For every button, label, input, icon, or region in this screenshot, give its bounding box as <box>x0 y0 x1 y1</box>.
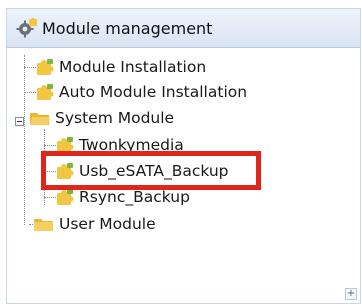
puzzle-icon <box>37 84 54 100</box>
puzzle-icon <box>37 59 54 75</box>
selection-highlight <box>41 151 261 190</box>
panel-title: Module management <box>42 18 213 38</box>
puzzle-icon <box>57 189 74 205</box>
tree-item-module-installation[interactable]: Module Installation <box>35 55 206 79</box>
tree-item-label: System Module <box>55 109 175 127</box>
panel-header: Module management <box>7 9 360 48</box>
collapse-toggle-icon[interactable] <box>15 117 24 126</box>
tree-item-label: User Module <box>59 215 156 233</box>
folder-open-icon <box>30 113 50 125</box>
tree-item-label: Rsync_Backup <box>79 188 190 206</box>
folder-icon <box>34 219 53 231</box>
tree-item-label: Module Installation <box>59 58 207 76</box>
tree-guide-root <box>24 55 25 225</box>
tree-item-label: Auto Module Installation <box>59 83 248 101</box>
tree-item-user-module[interactable]: User Module <box>33 212 156 236</box>
resize-handle-icon[interactable]: + <box>345 288 357 300</box>
tree-item-system-module[interactable]: System Module <box>29 106 174 130</box>
tree-item-auto-module-installation[interactable]: Auto Module Installation <box>35 80 247 104</box>
gear-puzzle-icon <box>16 17 37 38</box>
